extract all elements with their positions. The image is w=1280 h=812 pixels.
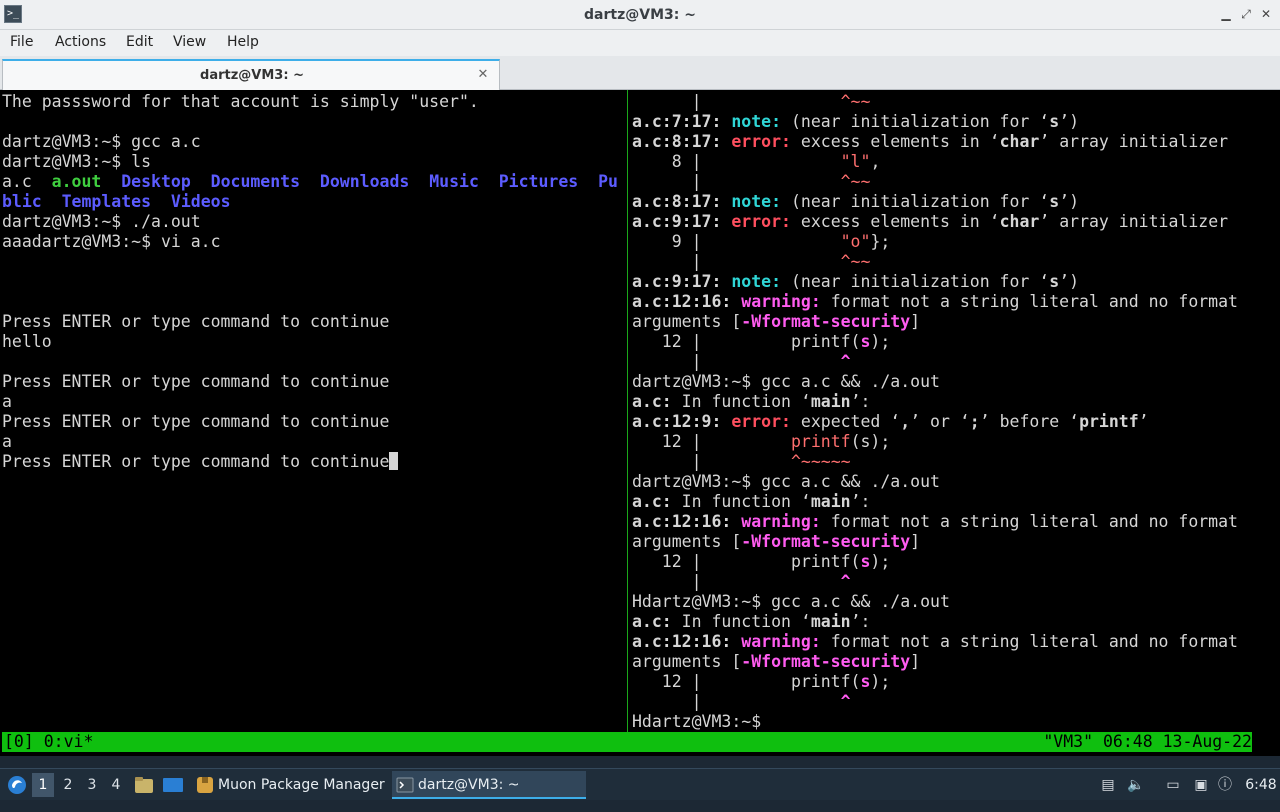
menu-help[interactable]: Help [227, 34, 259, 50]
terminal-line: hello [2, 332, 52, 351]
terminal-line: a.c: In function ‘main’: [632, 612, 871, 631]
menu-actions[interactable]: Actions [55, 34, 106, 50]
tab-bar: dartz@VM3: ~ ✕ [0, 56, 1280, 90]
app-menu-icon[interactable] [6, 773, 28, 797]
show-desktop-icon[interactable] [162, 775, 184, 795]
terminal-line: a.c:7:17: note: (near initialization for… [632, 112, 1080, 131]
clipboard-icon[interactable]: ▤ [1098, 775, 1118, 795]
task-muon-package-manager[interactable]: Muon Package Manager [192, 771, 388, 799]
terminal-line: 12 | printf(s); [632, 552, 891, 571]
terminal-line: blic Templates Videos [2, 192, 231, 211]
terminal-line: 8 | "l", [632, 152, 881, 171]
terminal-line: | ^~~ [632, 252, 871, 271]
terminal-line: dartz@VM3:~$ gcc a.c && ./a.out [632, 472, 940, 491]
menu-bar: File Actions Edit View Help [0, 30, 1280, 56]
menu-edit[interactable]: Edit [126, 34, 153, 50]
terminal-line: dartz@VM3:~$ gcc a.c [2, 132, 201, 151]
maximize-icon[interactable]: ⤢ [1238, 6, 1254, 22]
tmux-pane-left[interactable]: The passsword for that account is simply… [2, 92, 626, 732]
terminal-icon [396, 777, 414, 793]
file-manager-icon[interactable] [134, 775, 154, 795]
terminal-line: dartz@VM3:~$ ls [2, 152, 152, 171]
package-icon [197, 777, 213, 793]
terminal-line: a.c a.out Desktop Documents Downloads Mu… [2, 172, 618, 191]
terminal-line: Press ENTER or type command to continue [2, 452, 626, 472]
terminal-area[interactable]: The passsword for that account is simply… [0, 90, 1280, 756]
clock[interactable]: 6:48 [1244, 769, 1278, 801]
terminal-line: | ^~~ [632, 92, 871, 111]
close-icon[interactable]: ✕ [1258, 6, 1274, 22]
terminal-line: a.c:9:17: note: (near initialization for… [632, 272, 1080, 291]
workspace-2[interactable]: 2 [57, 773, 79, 797]
tmux-status-bar: [0] 0:vi* "VM3" 06:48 13-Aug-22 [2, 732, 1252, 752]
tmux-window-list[interactable]: [0] 0:vi* [4, 732, 93, 752]
tab-close-icon[interactable]: ✕ [475, 67, 491, 83]
terminal-line: Press ENTER or type command to continue [2, 372, 390, 391]
terminal-line: 12 | printf(s); [632, 432, 891, 451]
terminal-line: Press ENTER or type command to continue [2, 412, 390, 431]
tmux-status-right: "VM3" 06:48 13-Aug-22 [1043, 732, 1252, 751]
tab-terminal[interactable]: dartz@VM3: ~ ✕ [2, 59, 500, 90]
terminal-line: arguments [-Wformat-security] [632, 532, 921, 551]
minimize-icon[interactable]: ▁ [1218, 6, 1234, 22]
task-terminal[interactable]: dartz@VM3: ~ [392, 771, 586, 799]
terminal-line: a.c:8:17: note: (near initialization for… [632, 192, 1080, 211]
menu-view[interactable]: View [173, 34, 206, 50]
pane-divider [627, 90, 628, 732]
terminal-line: 12 | printf(s); [632, 672, 891, 691]
terminal-line: a.c:12:16: warning: format not a string … [632, 292, 1238, 311]
terminal-line: | ^~~~~~ [632, 452, 851, 471]
terminal-line: a.c: In function ‘main’: [632, 492, 871, 511]
terminal-line: 12 | printf(s); [632, 332, 891, 351]
terminal-line: a.c:8:17: error: excess elements in ‘cha… [632, 132, 1229, 151]
terminal-line: a [2, 432, 12, 451]
workspace-4[interactable]: 4 [105, 773, 127, 797]
terminal-line: a.c:9:17: error: excess elements in ‘cha… [632, 212, 1229, 231]
taskbar: 1 2 3 4 Muon Package Manager dartz@VM3: … [0, 768, 1280, 800]
terminal-line: dartz@VM3:~$ gcc a.c && ./a.out [632, 372, 940, 391]
terminal-line: | ^ [632, 692, 851, 711]
terminal-line: dartz@VM3:~$ ./a.out [2, 212, 201, 231]
terminal-line: Press ENTER or type command to continue [2, 312, 390, 331]
terminal-line: a.c: In function ‘main’: [632, 392, 871, 411]
update-notifier-icon[interactable]: ⓘ [1215, 775, 1235, 795]
workspace-3[interactable]: 3 [81, 773, 103, 797]
title-bar[interactable]: >_ dartz@VM3: ~ ▁ ⤢ ✕ [0, 0, 1280, 30]
task-label: Muon Package Manager [218, 777, 385, 793]
volume-icon[interactable]: 🔈 [1126, 775, 1146, 795]
terminal-line: | ^ [632, 572, 851, 591]
tab-label[interactable]: dartz@VM3: ~ [3, 61, 501, 90]
window-title: dartz@VM3: ~ [584, 7, 696, 23]
workspace-1[interactable]: 1 [32, 773, 54, 797]
terminal-line: Hdartz@VM3:~$ [632, 712, 772, 731]
terminal-line: The passsword for that account is simply… [2, 92, 479, 111]
menu-file[interactable]: File [10, 34, 33, 50]
terminal-line: a.c:12:9: error: expected ‘,’ or ‘;’ bef… [632, 412, 1149, 431]
network-icon[interactable]: ▣ [1191, 775, 1211, 795]
terminal-line: a.c:12:16: warning: format not a string … [632, 632, 1238, 651]
terminal-line: aaadartz@VM3:~$ vi a.c [2, 232, 221, 251]
terminal-line: | ^~~ [632, 172, 871, 191]
notes-icon[interactable]: ▭ [1163, 775, 1183, 795]
terminal-line: | ^ [632, 352, 851, 371]
terminal-line: arguments [-Wformat-security] [632, 652, 921, 671]
terminal-line: Hdartz@VM3:~$ gcc a.c && ./a.out [632, 592, 950, 611]
terminal-line: a [2, 392, 12, 411]
terminal-line: 9 | "o"}; [632, 232, 891, 251]
terminal-line: a.c:12:16: warning: format not a string … [632, 512, 1238, 531]
task-label: dartz@VM3: ~ [418, 777, 520, 793]
terminal-line: arguments [-Wformat-security] [632, 312, 921, 331]
tmux-pane-right[interactable]: | ^~~ a.c:7:17: note: (near initializatio… [632, 92, 1278, 732]
terminal-cursor [389, 452, 399, 470]
